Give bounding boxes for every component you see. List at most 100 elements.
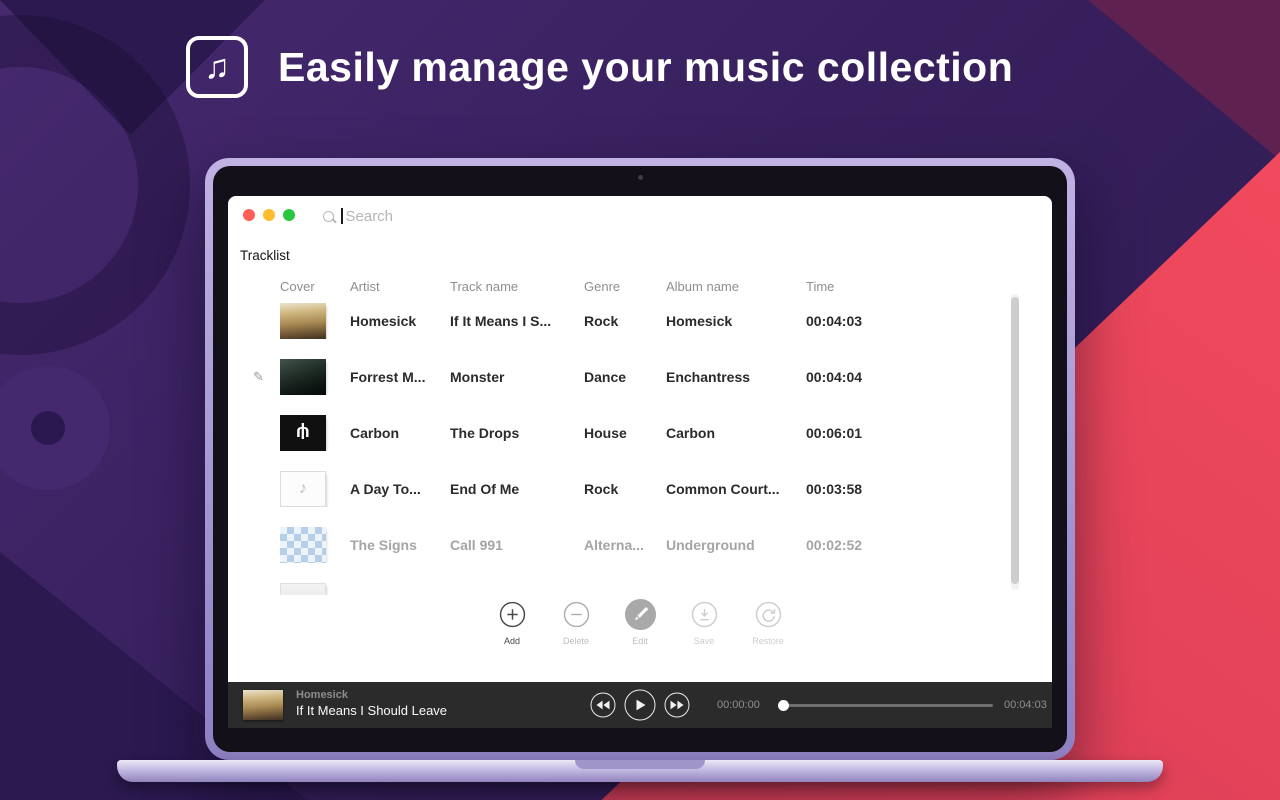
table-body: ✎ Homesick If It Means I S... Rock Homes… xyxy=(228,293,1052,595)
cell-genre: Alterna... xyxy=(584,537,666,553)
cell-time: 00:03:58 xyxy=(806,481,896,497)
row-edit-pencil-icon: ✎ xyxy=(253,369,264,385)
rewind-icon xyxy=(597,701,610,710)
cell-album-name: Underground xyxy=(666,537,806,553)
now-playing-artist: Homesick xyxy=(296,689,447,701)
column-header[interactable]: Artist xyxy=(350,279,450,294)
cell-track-name: Call 991 xyxy=(450,537,584,553)
player-bar: Homesick If It Means I Should Leave xyxy=(228,682,1052,728)
tool-label: Delete xyxy=(563,636,589,646)
cell-album-name: Carbon xyxy=(666,425,806,441)
cell-artist: Carbon xyxy=(350,425,450,441)
laptop-screen-frame: Search Tracklist CoverArtistTrack nameGe… xyxy=(205,158,1075,760)
laptop-screen: Search Tracklist CoverArtistTrack nameGe… xyxy=(213,166,1067,752)
laptop-base xyxy=(117,760,1163,782)
carbon-cover xyxy=(280,415,326,451)
zoom-button[interactable] xyxy=(283,209,295,221)
now-playing-cover xyxy=(243,690,283,720)
refresh-circle-icon xyxy=(755,598,782,631)
forrest-cover xyxy=(280,359,326,395)
laptop-mockup: Search Tracklist CoverArtistTrack nameGe… xyxy=(205,158,1075,798)
play-button[interactable] xyxy=(625,690,656,721)
minus-circle-icon xyxy=(563,598,590,631)
tool-label: Add xyxy=(504,636,520,646)
column-header[interactable]: Track name xyxy=(450,279,584,294)
column-header[interactable]: Album name xyxy=(666,279,806,294)
toolbar: Add Delete Edit Save Restore xyxy=(228,598,1052,646)
seek-track xyxy=(779,704,993,707)
the-signs-cover xyxy=(280,527,326,563)
table-row[interactable]: ✎ Carbon The Drops House Carbon 00:06:01 xyxy=(228,405,1052,461)
table-row[interactable]: ✎ The Signs Call 991 Alterna... Undergro… xyxy=(228,517,1052,573)
hero-title: Easily manage your music collection xyxy=(278,44,1013,91)
seek-handle[interactable] xyxy=(778,700,789,711)
column-header[interactable]: Genre xyxy=(584,279,666,294)
now-playing-info: Homesick If It Means I Should Leave xyxy=(296,689,447,718)
minimize-button[interactable] xyxy=(263,209,275,221)
total-time: 00:04:03 xyxy=(1004,699,1047,711)
pencil-circle-icon xyxy=(624,598,657,631)
plus-circle-icon xyxy=(499,598,526,631)
cell-track-name: End Of Me xyxy=(450,481,584,497)
tracklist-label: Tracklist xyxy=(240,248,290,263)
edit-button[interactable]: Edit xyxy=(618,598,662,646)
rewind-button[interactable] xyxy=(591,693,616,718)
app-main: Search Tracklist CoverArtistTrack nameGe… xyxy=(228,196,1052,682)
music-note-icon: ♫ xyxy=(186,36,248,98)
player-controls xyxy=(591,690,690,721)
cell-genre: Rock xyxy=(584,313,666,329)
cell-time: 00:04:03 xyxy=(806,313,896,329)
seek-slider[interactable] xyxy=(779,701,993,709)
cell-artist: Homesick xyxy=(350,313,450,329)
table-row[interactable]: ✎ A Day To... End Of Me Rock Common Cour… xyxy=(228,461,1052,517)
elapsed-time: 00:00:00 xyxy=(717,699,760,711)
delete-button[interactable]: Delete xyxy=(554,598,598,646)
search-icon xyxy=(323,211,334,222)
cell-time: 00:02:52 xyxy=(806,537,896,553)
cell-genre: Dance xyxy=(584,369,666,385)
tool-label: Save xyxy=(694,636,715,646)
cell-track-name: Monster xyxy=(450,369,584,385)
column-header[interactable]: Time xyxy=(806,279,896,294)
table-row[interactable]: ✎ Homesick If It Means I S... Rock Homes… xyxy=(228,293,1052,349)
search-input[interactable]: Search xyxy=(323,206,393,226)
forward-icon xyxy=(671,701,684,710)
cell-album-name: Enchantress xyxy=(666,369,806,385)
cell-genre: House xyxy=(584,425,666,441)
save-button[interactable]: Save xyxy=(682,598,726,646)
column-header[interactable]: Cover xyxy=(280,279,350,294)
add-button[interactable]: Add xyxy=(490,598,534,646)
download-circle-icon xyxy=(691,598,718,631)
close-button[interactable] xyxy=(243,209,255,221)
cell-track-name: The Drops xyxy=(450,425,584,441)
cell-album-name: Common Court... xyxy=(666,481,806,497)
cell-album-name: Homesick xyxy=(666,313,806,329)
now-playing-track: If It Means I Should Leave xyxy=(296,703,447,718)
cell-artist: A Day To... xyxy=(350,481,450,497)
cell-time: 00:06:01 xyxy=(806,425,896,441)
webcam-dot xyxy=(638,175,643,180)
table-row[interactable]: ✎ Forrest M... Monster Dance Enchantress… xyxy=(228,349,1052,405)
titlebar: Search xyxy=(228,196,1052,234)
tool-label: Edit xyxy=(632,636,648,646)
cell-artist: Forrest M... xyxy=(350,369,450,385)
forward-button[interactable] xyxy=(665,693,690,718)
traffic-lights xyxy=(243,209,295,221)
cell-time: 00:04:04 xyxy=(806,369,896,385)
homesick-cover xyxy=(280,303,326,339)
scrollbar-thumb[interactable] xyxy=(1011,297,1019,584)
tool-label: Restore xyxy=(752,636,784,646)
hero-header: ♫ Easily manage your music collection xyxy=(186,36,1013,98)
laptop-notch xyxy=(575,760,705,769)
cell-artist: The Signs xyxy=(350,537,450,553)
cell-genre: Rock xyxy=(584,481,666,497)
cell-track-name: If It Means I S... xyxy=(450,313,584,329)
play-icon xyxy=(637,700,646,711)
search-placeholder: Search xyxy=(346,208,394,225)
table-row-partial[interactable]: ✎ xyxy=(228,573,1052,595)
table-header: CoverArtistTrack nameGenreAlbum nameTime xyxy=(228,279,1052,294)
a-day-to-cover xyxy=(280,471,326,507)
restore-button[interactable]: Restore xyxy=(746,598,790,646)
text-caret xyxy=(341,208,343,224)
app-window: Search Tracklist CoverArtistTrack nameGe… xyxy=(228,196,1052,728)
